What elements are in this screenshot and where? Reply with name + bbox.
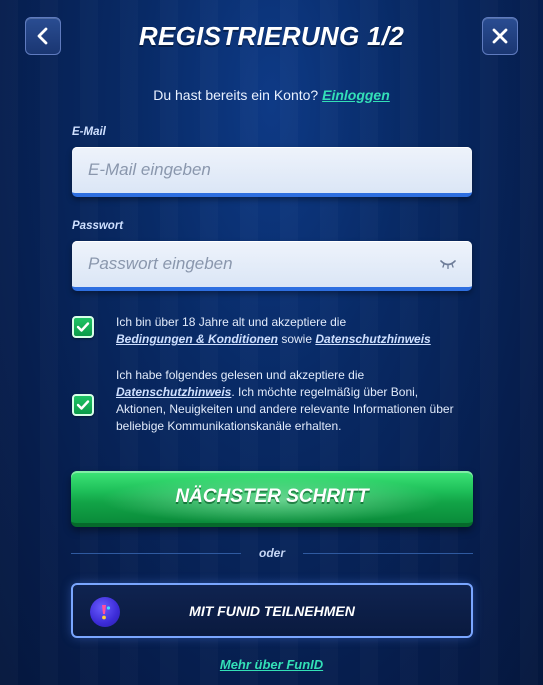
email-label: E-Mail <box>72 126 106 138</box>
password-input[interactable] <box>72 254 472 274</box>
email-field-box <box>72 147 472 197</box>
funid-button[interactable]: MIT FUNID TEILNEHMEN <box>71 583 473 638</box>
funid-mark <box>102 605 111 620</box>
terms-link[interactable]: Bedingungen & Konditionen <box>116 332 278 346</box>
consent-age-text-before: Ich bin über 18 Jahre alt und akzeptiere… <box>116 315 347 329</box>
divider-line-right <box>303 553 473 554</box>
consent-marketing-checkbox[interactable] <box>72 394 94 416</box>
checkmark-icon <box>76 400 90 410</box>
next-step-label: NÄCHSTER SCHRITT <box>175 486 369 507</box>
consent-age-text: Ich bin über 18 Jahre alt und akzeptiere… <box>116 314 431 348</box>
password-label: Passwort <box>72 220 124 232</box>
consent-marketing-row: Ich habe folgendes gelesen und akzeptier… <box>72 367 472 435</box>
eye-closed-icon[interactable] <box>440 259 456 269</box>
email-input[interactable] <box>72 160 472 180</box>
consent-marketing-text-before: Ich habe folgendes gelesen und akzeptier… <box>116 368 365 382</box>
consent-marketing-text: Ich habe folgendes gelesen und akzeptier… <box>116 367 466 435</box>
consent-age-row: Ich bin über 18 Jahre alt und akzeptiere… <box>72 314 472 348</box>
privacy-link[interactable]: Datenschutzhinweis <box>315 332 430 346</box>
consent-age-text-middle: sowie <box>281 332 313 346</box>
close-icon <box>492 28 508 44</box>
funid-logo-icon <box>90 597 120 627</box>
funid-label: MIT FUNID TEILNEHMEN <box>189 602 355 619</box>
page-title: REGISTRIERUNG 1/2 <box>138 21 405 51</box>
close-button[interactable] <box>482 17 518 55</box>
login-prompt: Du hast bereits ein Konto? Einloggen <box>0 87 543 103</box>
funid-more-link[interactable]: Mehr über FunID <box>0 657 543 672</box>
consent-age-checkbox[interactable] <box>72 316 94 338</box>
login-prompt-text: Du hast bereits ein Konto? <box>153 87 319 103</box>
password-field-box <box>72 241 472 291</box>
next-step-button[interactable]: NÄCHSTER SCHRITT <box>71 471 473 527</box>
login-link[interactable]: Einloggen <box>322 87 390 103</box>
header: REGISTRIERUNG 1/2 <box>25 17 518 57</box>
or-divider: oder <box>71 546 473 560</box>
checkmark-icon <box>76 322 90 332</box>
privacy-link-marketing[interactable]: Datenschutzhinweis <box>116 385 231 399</box>
